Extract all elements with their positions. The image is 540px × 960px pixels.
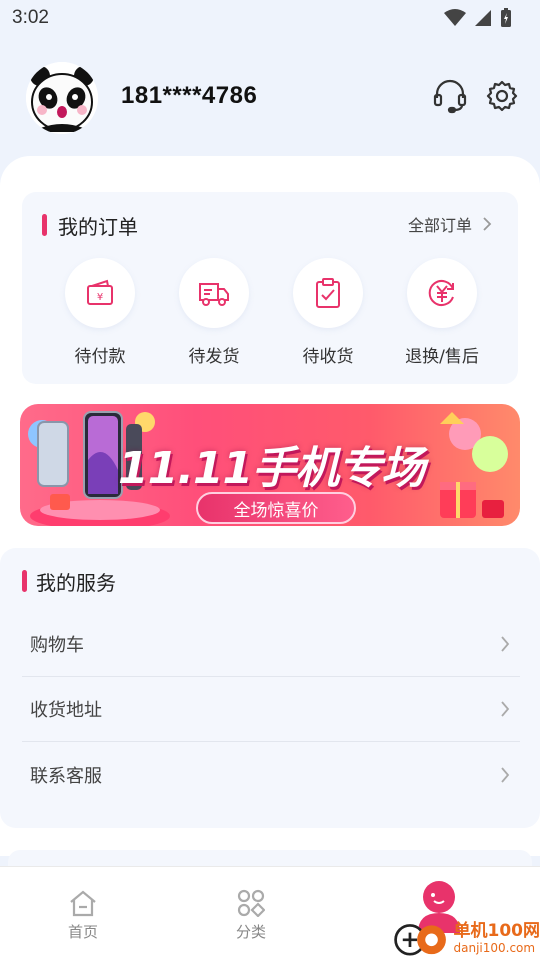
chevron-right-icon: [501, 701, 510, 717]
order-pending-shipment[interactable]: 待发货: [164, 258, 264, 368]
status-time: 3:02: [12, 7, 49, 28]
profile-header: 181****4786: [0, 56, 540, 146]
banner-subtitle: 全场惊喜价: [233, 500, 319, 521]
order-after-sales[interactable]: 退换/售后: [392, 258, 492, 368]
home-icon: [70, 890, 96, 917]
chevron-right-icon: [483, 217, 492, 231]
order-icon-circle: [407, 258, 477, 328]
service-item-contact[interactable]: 联系客服: [22, 742, 520, 807]
wifi-icon: [444, 9, 466, 26]
watermark-text: 单机100网 danji100.com: [453, 920, 540, 955]
order-label: 待付款: [74, 347, 126, 367]
service-item-cart[interactable]: 购物车: [22, 612, 520, 677]
order-icon-circle: ¥: [65, 258, 135, 328]
view-all-orders-link[interactable]: 全部订单: [408, 212, 492, 236]
watermark-cn: 单机100网: [453, 920, 540, 941]
nav-category[interactable]: 分类: [216, 889, 286, 942]
order-label: 退换/售后: [405, 347, 479, 367]
promo-banner[interactable]: 11.11手机专场 全场惊喜价: [20, 404, 520, 526]
category-icon: [237, 889, 265, 917]
orders-title: 我的订单: [58, 215, 138, 239]
order-label: 待收货: [302, 347, 354, 367]
service-item-address[interactable]: 收货地址: [22, 677, 520, 742]
signal-icon: [475, 10, 491, 26]
order-label: 待发货: [188, 347, 240, 367]
panda-avatar-icon: [26, 62, 98, 134]
clipboard-check-icon: [316, 278, 340, 308]
truck-icon: [199, 283, 229, 306]
gear-icon: [486, 80, 518, 112]
banner-subtitle-pill: 全场惊喜价: [196, 492, 356, 524]
user-phone: 181****4786: [121, 82, 258, 109]
chevron-right-icon: [501, 766, 510, 783]
settings-button[interactable]: [484, 78, 520, 114]
banner-title: 11.11手机专场: [118, 443, 425, 494]
watermark-en: danji100.com: [453, 940, 536, 955]
chevron-right-icon: [501, 636, 510, 652]
watermark-logo-icon: [394, 924, 446, 956]
service-label: 购物车: [30, 635, 84, 656]
avatar[interactable]: [26, 62, 98, 134]
svg-text:¥: ¥: [97, 292, 103, 303]
order-icon-circle: [293, 258, 363, 328]
status-bar: 3:02: [0, 0, 540, 36]
services-card: 我的服务 购物车 收货地址 联系客服: [0, 548, 540, 828]
battery-icon: [501, 8, 511, 27]
wallet-icon: ¥: [87, 279, 113, 305]
order-pending-payment[interactable]: ¥ 待付款: [50, 258, 150, 368]
section-accent-bar: [22, 570, 27, 592]
service-label: 收货地址: [30, 700, 102, 721]
orders-card: 我的订单 全部订单 ¥ 待付款 待发货 待收货 退换/售后: [22, 192, 518, 384]
watermark: 单机100网 danji100.com: [392, 916, 540, 960]
service-label: 联系客服: [30, 765, 102, 787]
view-all-orders-label: 全部订单: [407, 216, 472, 235]
order-pending-receipt[interactable]: 待收货: [278, 258, 378, 368]
nav-label: 分类: [235, 923, 266, 941]
services-title: 我的服务: [36, 571, 116, 595]
status-icons: [444, 8, 512, 28]
nav-label: 首页: [67, 923, 98, 941]
customer-service-button[interactable]: [432, 78, 468, 114]
section-accent-bar: [42, 214, 47, 236]
order-icon-circle: [179, 258, 249, 328]
nav-home[interactable]: 首页: [48, 889, 118, 942]
yuan-refund-icon: [428, 280, 454, 306]
headset-icon: [433, 79, 467, 114]
